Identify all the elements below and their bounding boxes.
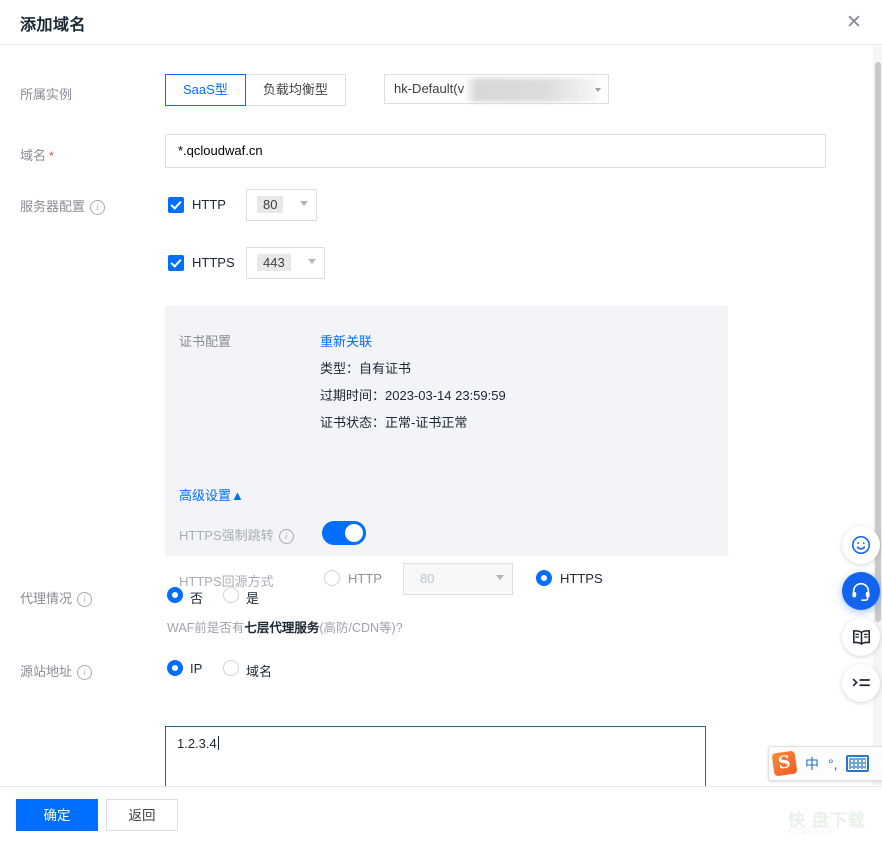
- close-icon[interactable]: ✕: [838, 6, 870, 38]
- origin-mode-http-label: HTTP: [348, 571, 382, 586]
- field-label-proxy-text: 代理情况: [20, 591, 73, 606]
- origin-mode-http-port-select[interactable]: 80: [403, 563, 513, 595]
- info-icon[interactable]: i: [77, 665, 93, 680]
- https-force-redirect-label: HTTPS强制跳转 i: [179, 525, 294, 544]
- certificate-expiry: 过期时间：2023-03-14 23:59:59: [320, 388, 506, 403]
- https-force-redirect-label-text: HTTPS强制跳转: [179, 528, 274, 543]
- origin-ip-label: IP: [190, 661, 203, 676]
- domain-input-value: *.qcloudwaf.cn: [178, 143, 263, 158]
- support-headset-icon[interactable]: [842, 572, 880, 610]
- ime-mode-toggle[interactable]: 中: [805, 754, 819, 774]
- https-force-redirect-toggle[interactable]: [322, 521, 366, 545]
- chevron-down-icon: [595, 88, 601, 92]
- origin-mode-https-radio[interactable]: [536, 570, 552, 586]
- instance-select-value: hk-Default(v: [394, 81, 465, 96]
- feedback-smiley-icon[interactable]: [842, 526, 880, 564]
- advanced-settings-label: 高级设置: [179, 488, 232, 503]
- required-marker: *: [49, 149, 54, 163]
- field-label-domain-text: 域名: [20, 148, 47, 163]
- https-checkbox[interactable]: [168, 255, 184, 271]
- origin-mode-https-label: HTTPS: [560, 571, 603, 586]
- origin-ip-radio[interactable]: [167, 660, 183, 676]
- origin-mode-http-port-value: 80: [420, 571, 435, 586]
- watermark-sub: KUAIPAN: [788, 830, 835, 836]
- origin-domain-label: 域名: [246, 664, 273, 679]
- dialog-body: 所属实例 SaaS型 负载均衡型 hk-Default(v 域名 * *.qclo…: [0, 45, 882, 836]
- back-button[interactable]: 返回: [106, 799, 178, 831]
- watermark: 快 盘下载 KUAIPAN: [788, 806, 866, 836]
- keyboard-icon[interactable]: [845, 755, 869, 772]
- certificate-config-panel: 证书配置 重新关联 类型：自有证书 过期时间：2023-03-14 23:59:…: [165, 306, 728, 595]
- https-port-select[interactable]: 443: [246, 247, 325, 279]
- proxy-yes-radio[interactable]: [223, 587, 239, 603]
- info-icon[interactable]: i: [90, 200, 106, 215]
- certificate-type: 类型：自有证书: [320, 361, 412, 376]
- floating-side-dock: [842, 526, 880, 710]
- proxy-hint: WAF前是否有七层代理服务(高防/CDN等)?: [167, 617, 403, 636]
- certificate-config-label: 证书配置: [179, 334, 232, 349]
- proxy-no-radio[interactable]: [167, 587, 183, 603]
- add-domain-dialog: 添加域名 ✕ 所属实例 SaaS型 负载均衡型 hk-Default(v 域名 *…: [0, 0, 882, 841]
- segment-saas[interactable]: SaaS型: [165, 74, 246, 106]
- field-label-proxy: 代理情况 i: [20, 588, 93, 607]
- instance-select[interactable]: hk-Default(v: [384, 74, 609, 104]
- proxy-hint-suffix: (高防/CDN等)?: [319, 621, 403, 635]
- field-label-origin-address: 源站地址 i: [20, 661, 93, 680]
- page-title: 添加域名: [20, 17, 87, 34]
- confirm-button[interactable]: 确定: [16, 799, 98, 831]
- info-icon[interactable]: i: [278, 529, 294, 544]
- sogou-logo-icon[interactable]: S: [771, 750, 798, 777]
- ime-toolbar: S 中 °,: [768, 746, 882, 781]
- certificate-status: 证书状态：正常-证书正常: [320, 415, 468, 430]
- reassociate-cert-link[interactable]: 重新关联: [320, 334, 372, 349]
- dialog-header: 添加域名 ✕: [0, 0, 882, 45]
- chevron-down-icon: [496, 575, 504, 580]
- proxy-yes-label: 是: [246, 591, 260, 606]
- advanced-settings-toggle[interactable]: 高级设置▲: [179, 485, 244, 504]
- field-label-server-config: 服务器配置 i: [20, 196, 106, 215]
- field-label-domain: 域名 *: [20, 145, 54, 164]
- field-label-instance: 所属实例: [20, 87, 73, 102]
- https-port-value: 443: [257, 254, 291, 271]
- docs-book-icon[interactable]: [842, 618, 880, 656]
- field-label-origin-address-text: 源站地址: [20, 664, 73, 679]
- redacted-region: [464, 78, 598, 102]
- chevron-down-icon: [308, 259, 316, 264]
- origin-mode-http-radio[interactable]: [324, 570, 340, 586]
- proxy-hint-prefix: WAF前是否有: [167, 621, 245, 635]
- info-icon[interactable]: i: [77, 592, 93, 607]
- proxy-no-label: 否: [190, 591, 204, 606]
- ime-punctuation-toggle[interactable]: °,: [828, 756, 838, 772]
- toggle-knob: [345, 524, 363, 542]
- proxy-hint-strong: 七层代理服务: [244, 621, 320, 635]
- watermark-text: 快 盘下载: [788, 811, 866, 830]
- origin-domain-radio[interactable]: [223, 660, 239, 676]
- instance-type-segmented-control: SaaS型 负载均衡型: [165, 74, 346, 106]
- dialog-footer: 确定 返回: [0, 786, 882, 841]
- menu-list-icon[interactable]: [842, 664, 880, 702]
- http-label: HTTP: [192, 197, 226, 212]
- http-port-value: 80: [257, 196, 284, 213]
- field-label-server-config-text: 服务器配置: [20, 199, 86, 214]
- caret-up-icon: ▲: [231, 488, 244, 503]
- http-port-select[interactable]: 80: [246, 189, 317, 221]
- https-label: HTTPS: [192, 255, 235, 270]
- segment-load-balancer[interactable]: 负载均衡型: [244, 74, 346, 106]
- chevron-down-icon: [300, 201, 308, 206]
- http-checkbox[interactable]: [168, 197, 184, 213]
- origin-address-value: 1.2.3.4: [177, 736, 217, 751]
- domain-input[interactable]: *.qcloudwaf.cn: [165, 134, 826, 168]
- text-caret: [217, 736, 219, 750]
